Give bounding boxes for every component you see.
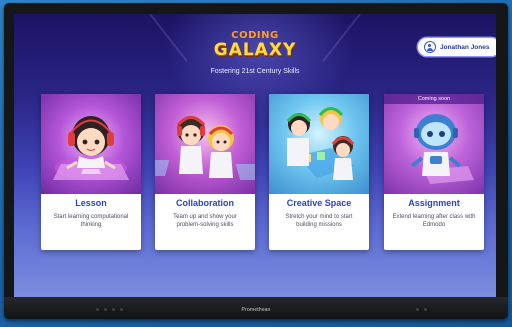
user-profile-button[interactable]: Jonathan Jones	[418, 38, 496, 56]
port-indicator	[416, 308, 419, 311]
card-lesson-title: Lesson	[75, 198, 107, 208]
card-assignment-title: Assignment	[408, 198, 460, 208]
card-creative-space[interactable]: Creative Space Stretch your mind to star…	[269, 94, 369, 250]
brand-label: Promethean	[241, 307, 271, 313]
card-creative-space-title: Creative Space	[286, 198, 352, 208]
card-lesson-description: Start learning computational thinking	[53, 214, 129, 228]
port-indicator	[424, 308, 427, 311]
user-name: Jonathan Jones	[440, 43, 490, 51]
assignment-robot-art	[384, 94, 484, 194]
app-screen: CODING GALAXY Fostering 21st Century Ski…	[14, 14, 496, 297]
tagline: Fostering 21st Century Skills	[210, 68, 300, 75]
card-lesson[interactable]: Lesson Start learning computational thin…	[41, 94, 141, 250]
coming-soon-badge: Coming soon	[384, 94, 484, 104]
creative-space-characters-art	[269, 94, 369, 194]
card-collaboration-title: Collaboration	[176, 198, 234, 208]
card-assignment-description: Extend learning after class with Edmodo	[392, 214, 476, 228]
card-creative-space-description: Stretch your mind to start building miss…	[285, 214, 353, 228]
card-assignment[interactable]: Coming soon Assignment Extend learning a…	[384, 94, 484, 250]
lesson-character-art	[41, 94, 141, 194]
card-collaboration-description: Team up and show your problem-solving sk…	[173, 214, 237, 228]
user-circle-icon	[424, 41, 436, 53]
collaboration-characters-art	[155, 94, 255, 194]
card-collaboration[interactable]: Collaboration Team up and show your prob…	[155, 94, 255, 250]
display-bottom-bar: Promethean	[4, 297, 508, 319]
display-bezel: CODING GALAXY Fostering 21st Century Ski…	[4, 3, 508, 319]
